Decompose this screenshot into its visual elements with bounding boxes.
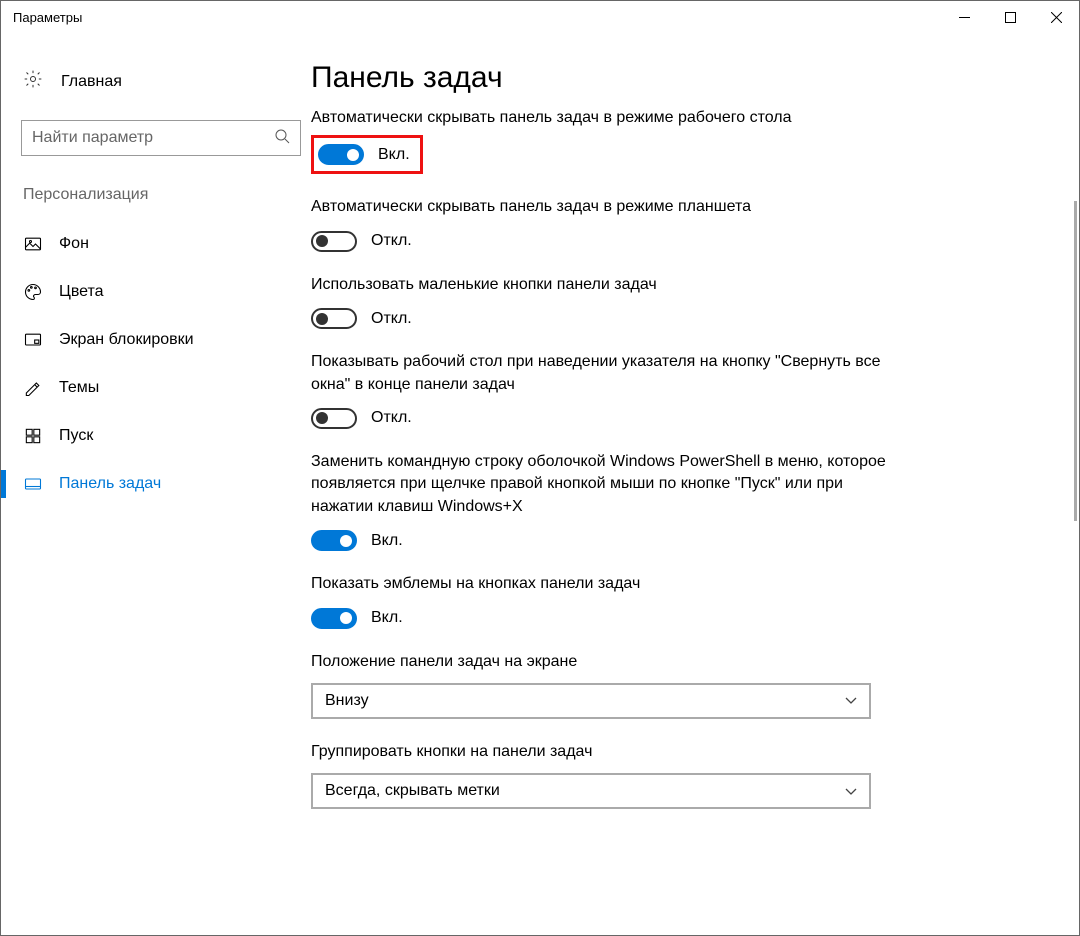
sidebar-item-background[interactable]: Фон <box>1 220 311 268</box>
sidebar-item-label: Цвета <box>59 283 104 301</box>
chevron-down-icon <box>845 693 857 708</box>
lockscreen-icon <box>23 330 43 350</box>
setting-combine: Группировать кнопки на панели задач Всег… <box>311 741 1037 809</box>
sidebar-item-label: Панель задач <box>59 475 161 493</box>
setting-label: Использовать маленькие кнопки панели зад… <box>311 274 891 296</box>
image-icon <box>23 234 43 254</box>
toggle-state-label: Вкл. <box>371 609 403 627</box>
toggle-peek-desktop[interactable] <box>311 408 357 429</box>
setting-label: Заменить командную строку оболочкой Wind… <box>311 451 891 518</box>
themes-icon <box>23 378 43 398</box>
setting-label: Показать эмблемы на кнопках панели задач <box>311 573 891 595</box>
setting-label: Положение панели задач на экране <box>311 651 891 673</box>
setting-autohide-tablet: Автоматически скрывать панель задач в ре… <box>311 196 1037 251</box>
sidebar-item-label: Фон <box>59 235 89 253</box>
sidebar-item-colors[interactable]: Цвета <box>1 268 311 316</box>
window-title: Параметры <box>13 10 82 25</box>
dropdown-value: Внизу <box>325 692 369 710</box>
scrollbar-thumb[interactable] <box>1074 201 1077 521</box>
content: Панель задач Автоматически скрывать пане… <box>311 33 1079 935</box>
search-input[interactable] <box>32 129 274 147</box>
home-link[interactable]: Главная <box>21 61 311 102</box>
sidebar-item-lockscreen[interactable]: Экран блокировки <box>1 316 311 364</box>
chevron-down-icon <box>845 784 857 799</box>
page-title: Панель задач <box>311 61 1037 95</box>
toggle-state-label: Откл. <box>371 310 412 328</box>
home-label: Главная <box>61 73 122 91</box>
sidebar-item-taskbar[interactable]: Панель задач <box>1 460 311 508</box>
category-title: Персонализация <box>21 186 311 204</box>
toggle-state-label: Откл. <box>371 232 412 250</box>
setting-position: Положение панели задач на экране Внизу <box>311 651 1037 719</box>
nav: Фон Цвета Экран блокировки Темы Пуск <box>1 220 311 508</box>
scrollbar[interactable] <box>1074 81 1077 933</box>
setting-autohide-desktop: Автоматически скрывать панель задач в ре… <box>311 107 1037 174</box>
sidebar-item-start[interactable]: Пуск <box>1 412 311 460</box>
search-input-container[interactable] <box>21 120 301 156</box>
sidebar-item-label: Экран блокировки <box>59 331 194 349</box>
toggle-powershell[interactable] <box>311 530 357 551</box>
toggle-state-label: Вкл. <box>378 146 410 164</box>
titlebar: Параметры <box>1 1 1079 33</box>
toggle-autohide-desktop[interactable] <box>318 144 364 165</box>
toggle-small-buttons[interactable] <box>311 308 357 329</box>
close-button[interactable] <box>1033 1 1079 33</box>
gear-icon <box>23 69 43 94</box>
setting-label: Группировать кнопки на панели задач <box>311 741 891 763</box>
minimize-button[interactable] <box>941 1 987 33</box>
setting-label: Автоматически скрывать панель задач в ре… <box>311 107 891 129</box>
toggle-badges[interactable] <box>311 608 357 629</box>
toggle-state-label: Откл. <box>371 409 412 427</box>
toggle-autohide-tablet[interactable] <box>311 231 357 252</box>
taskbar-icon <box>23 474 43 494</box>
sidebar-item-label: Пуск <box>59 427 93 445</box>
setting-powershell: Заменить командную строку оболочкой Wind… <box>311 451 1037 551</box>
sidebar-item-label: Темы <box>59 379 99 397</box>
search-icon <box>274 128 290 148</box>
setting-label: Показывать рабочий стол при наведении ук… <box>311 351 891 396</box>
toggle-state-label: Вкл. <box>371 532 403 550</box>
dropdown-combine[interactable]: Всегда, скрывать метки <box>311 773 871 809</box>
sidebar-item-themes[interactable]: Темы <box>1 364 311 412</box>
start-icon <box>23 426 43 446</box>
annotation-highlight: Вкл. <box>311 135 423 174</box>
setting-small-buttons: Использовать маленькие кнопки панели зад… <box>311 274 1037 329</box>
dropdown-position[interactable]: Внизу <box>311 683 871 719</box>
palette-icon <box>23 282 43 302</box>
setting-badges: Показать эмблемы на кнопках панели задач… <box>311 573 1037 628</box>
setting-peek-desktop: Показывать рабочий стол при наведении ук… <box>311 351 1037 429</box>
dropdown-value: Всегда, скрывать метки <box>325 782 500 800</box>
sidebar: Главная Персонализация Фон Цвета <box>1 33 311 935</box>
setting-label: Автоматически скрывать панель задач в ре… <box>311 196 891 218</box>
maximize-button[interactable] <box>987 1 1033 33</box>
